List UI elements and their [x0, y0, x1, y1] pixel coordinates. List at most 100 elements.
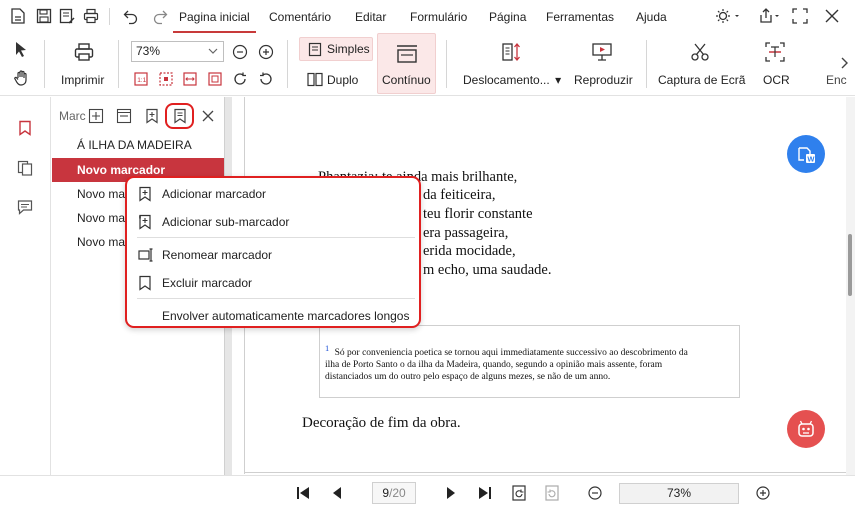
closing-text: Decoração de fim da obra.	[302, 415, 461, 431]
enc-button[interactable]: Enc	[826, 73, 847, 87]
screenshot-scissors-icon[interactable]	[689, 41, 711, 63]
bookmark-add-icon	[138, 186, 152, 202]
caret-down-icon: ▾	[555, 73, 562, 87]
zoom-select-value: 73%	[136, 44, 161, 58]
previous-page-icon[interactable]	[330, 485, 344, 501]
menu-separator	[137, 237, 415, 238]
zoom-in-icon[interactable]	[258, 44, 274, 60]
menu-item-add-sub-bookmark[interactable]: Adicionar sub-marcador	[127, 210, 419, 234]
rotate-left-icon[interactable]	[258, 71, 274, 87]
menu-separator	[137, 298, 415, 299]
divider	[446, 40, 447, 88]
menu-item-rename-bookmark[interactable]: Renomear marcador	[127, 243, 419, 267]
scrollbar-thumb[interactable]	[848, 234, 852, 296]
convert-to-word-button[interactable]: W	[787, 135, 825, 173]
zoom-in-icon[interactable]	[756, 486, 770, 500]
add-bookmark-icon[interactable]	[145, 108, 159, 124]
continuo-button[interactable]: Contínuo	[377, 33, 436, 94]
rotate-right-icon[interactable]	[232, 71, 248, 87]
comments-icon[interactable]	[17, 199, 33, 215]
close-panel-icon[interactable]	[202, 110, 214, 122]
menu-item-wrap-long-bookmarks[interactable]: Envolver automaticamente marcadores long…	[127, 304, 419, 328]
tab-comentario[interactable]: Comentário	[269, 0, 331, 33]
footnote-mark[interactable]: 1	[325, 343, 329, 353]
ribbon-scroll-right-icon[interactable]	[840, 56, 850, 70]
close-icon[interactable]	[823, 7, 841, 25]
divider	[646, 40, 647, 88]
ocr-icon[interactable]	[764, 41, 786, 63]
collapse-all-icon[interactable]	[116, 108, 132, 124]
sub-bookmark-add-icon	[138, 214, 152, 230]
page-edge	[244, 472, 846, 473]
rename-icon	[138, 247, 154, 263]
deslocamento-dropdown[interactable]: Deslocamento... ▾	[463, 73, 561, 87]
bookmark-panel-icon[interactable]	[17, 120, 33, 136]
hand-tool-icon[interactable]	[13, 69, 31, 87]
zoom-out-icon[interactable]	[232, 44, 248, 60]
captura-button[interactable]: Captura de Ecrã	[658, 73, 745, 87]
file-icon[interactable]	[9, 7, 27, 25]
robot-icon	[795, 418, 817, 440]
footnote-box: 1 Só por conveniencia poetica se tornou …	[319, 325, 740, 398]
tab-formulario[interactable]: Formulário	[410, 0, 467, 33]
fullscreen-icon[interactable]	[791, 7, 809, 25]
zoom-select[interactable]: 73%	[131, 41, 224, 62]
duplo-label: Duplo	[327, 73, 359, 87]
go-back-view-icon[interactable]	[511, 484, 527, 502]
svg-text:W: W	[807, 155, 815, 164]
tab-editar[interactable]: Editar	[355, 0, 386, 33]
double-page-icon	[307, 72, 323, 87]
menu-item-label: Adicionar marcador	[162, 187, 267, 201]
select-cursor-icon[interactable]	[13, 40, 29, 58]
fit-width-icon[interactable]	[182, 71, 198, 87]
zoom-level-field[interactable]: 73%	[619, 483, 739, 504]
tab-ajuda[interactable]: Ajuda	[636, 0, 667, 33]
tab-pagina-inicial[interactable]: Pagina inicial	[173, 0, 256, 33]
divider	[44, 40, 45, 88]
footnote-text: Só por conveniencia poetica se tornou aq…	[334, 348, 688, 359]
menu-item-delete-bookmark[interactable]: Excluir marcador	[127, 271, 419, 295]
print-large-icon[interactable]	[73, 41, 95, 63]
deslocamento-label: Deslocamento...	[463, 73, 550, 87]
page-number-input[interactable]: 9/20	[372, 482, 416, 504]
thumbnails-icon[interactable]	[17, 160, 33, 176]
print-icon[interactable]	[82, 7, 100, 25]
svg-text:1:1: 1:1	[137, 77, 146, 84]
scroll-mode-icon[interactable]	[500, 41, 522, 63]
simples-button[interactable]: Simples	[299, 37, 373, 61]
poem-line: m echo, uma saudade.	[423, 262, 552, 278]
go-forward-view-icon[interactable]	[544, 484, 560, 502]
simples-label: Simples	[327, 42, 370, 56]
zoom-out-icon[interactable]	[588, 486, 602, 500]
convert-word-icon: W	[795, 143, 817, 165]
print-button[interactable]: Imprimir	[61, 73, 104, 87]
redo-icon[interactable]	[151, 7, 169, 25]
reproduzir-button[interactable]: Reproduzir	[574, 73, 633, 87]
duplo-button[interactable]: Duplo	[307, 71, 367, 89]
fit-page-icon[interactable]	[158, 71, 174, 87]
next-page-icon[interactable]	[444, 485, 458, 501]
menu-bar: Pagina inicial Comentário Editar Formulá…	[0, 0, 855, 33]
expand-all-icon[interactable]	[88, 108, 104, 124]
presentation-icon[interactable]	[590, 41, 614, 63]
fit-visible-icon[interactable]	[207, 71, 223, 87]
menu-item-label: Envolver automaticamente marcadores long…	[162, 309, 410, 323]
tab-ferramentas[interactable]: Ferramentas	[546, 0, 614, 33]
actual-size-icon[interactable]: 1:1	[133, 71, 149, 87]
theme-icon[interactable]	[715, 7, 739, 25]
bookmark-options-icon	[173, 108, 187, 124]
menu-item-add-bookmark[interactable]: Adicionar marcador	[127, 182, 419, 206]
last-page-icon[interactable]	[477, 485, 493, 501]
share-icon[interactable]	[758, 7, 779, 25]
bookmark-options-button[interactable]	[165, 103, 194, 129]
vertical-scrollbar[interactable]	[846, 97, 855, 475]
ocr-button[interactable]: OCR	[763, 73, 790, 87]
first-page-icon[interactable]	[295, 485, 311, 501]
undo-icon[interactable]	[122, 7, 140, 25]
save-as-icon[interactable]	[58, 7, 76, 25]
ai-assistant-button[interactable]	[787, 410, 825, 448]
tab-pagina[interactable]: Página	[489, 0, 526, 33]
save-icon[interactable]	[35, 7, 53, 25]
bookmark-item[interactable]: Á ILHA DA MADEIRA	[52, 133, 224, 157]
current-page: 9	[382, 486, 389, 500]
